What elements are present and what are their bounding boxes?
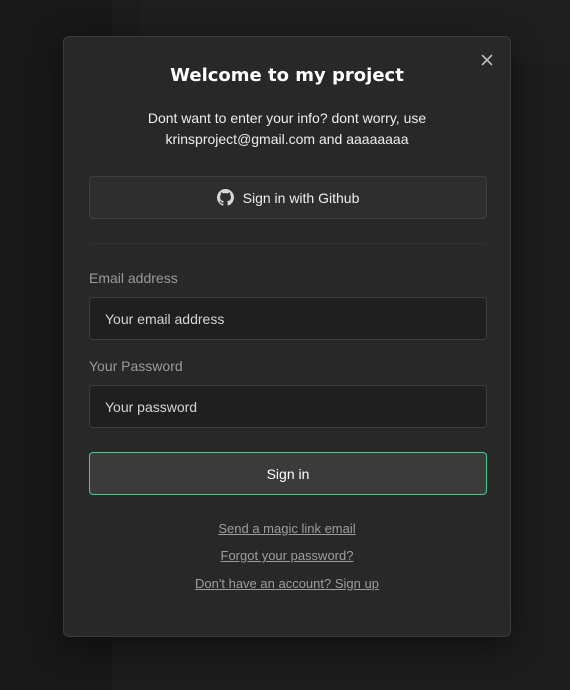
sign-up-link[interactable]: Don't have an account? Sign up xyxy=(64,576,510,591)
subtitle-line-1: Dont want to enter your info? dont worry… xyxy=(147,110,427,126)
magic-link-link[interactable]: Send a magic link email xyxy=(64,521,510,536)
github-signin-label: Sign in with Github xyxy=(242,189,360,206)
github-icon xyxy=(216,189,234,206)
github-signin-button[interactable]: Sign in with Github xyxy=(89,176,487,219)
divider xyxy=(89,243,487,244)
auth-modal: Welcome to my project Dont want to enter… xyxy=(63,36,511,637)
modal-subtitle: Dont want to enter your info? dont worry… xyxy=(104,108,470,150)
email-label: Email address xyxy=(89,270,178,286)
forgot-password-link[interactable]: Forgot your password? xyxy=(64,548,510,563)
email-field[interactable] xyxy=(89,297,487,340)
password-field[interactable] xyxy=(89,385,487,428)
password-label: Your Password xyxy=(89,358,183,374)
sign-in-button[interactable]: Sign in xyxy=(89,452,487,495)
modal-title: Welcome to my project xyxy=(170,65,404,86)
subtitle-line-2: krinsproject@gmail.com and aaaaaaaa xyxy=(165,131,409,147)
